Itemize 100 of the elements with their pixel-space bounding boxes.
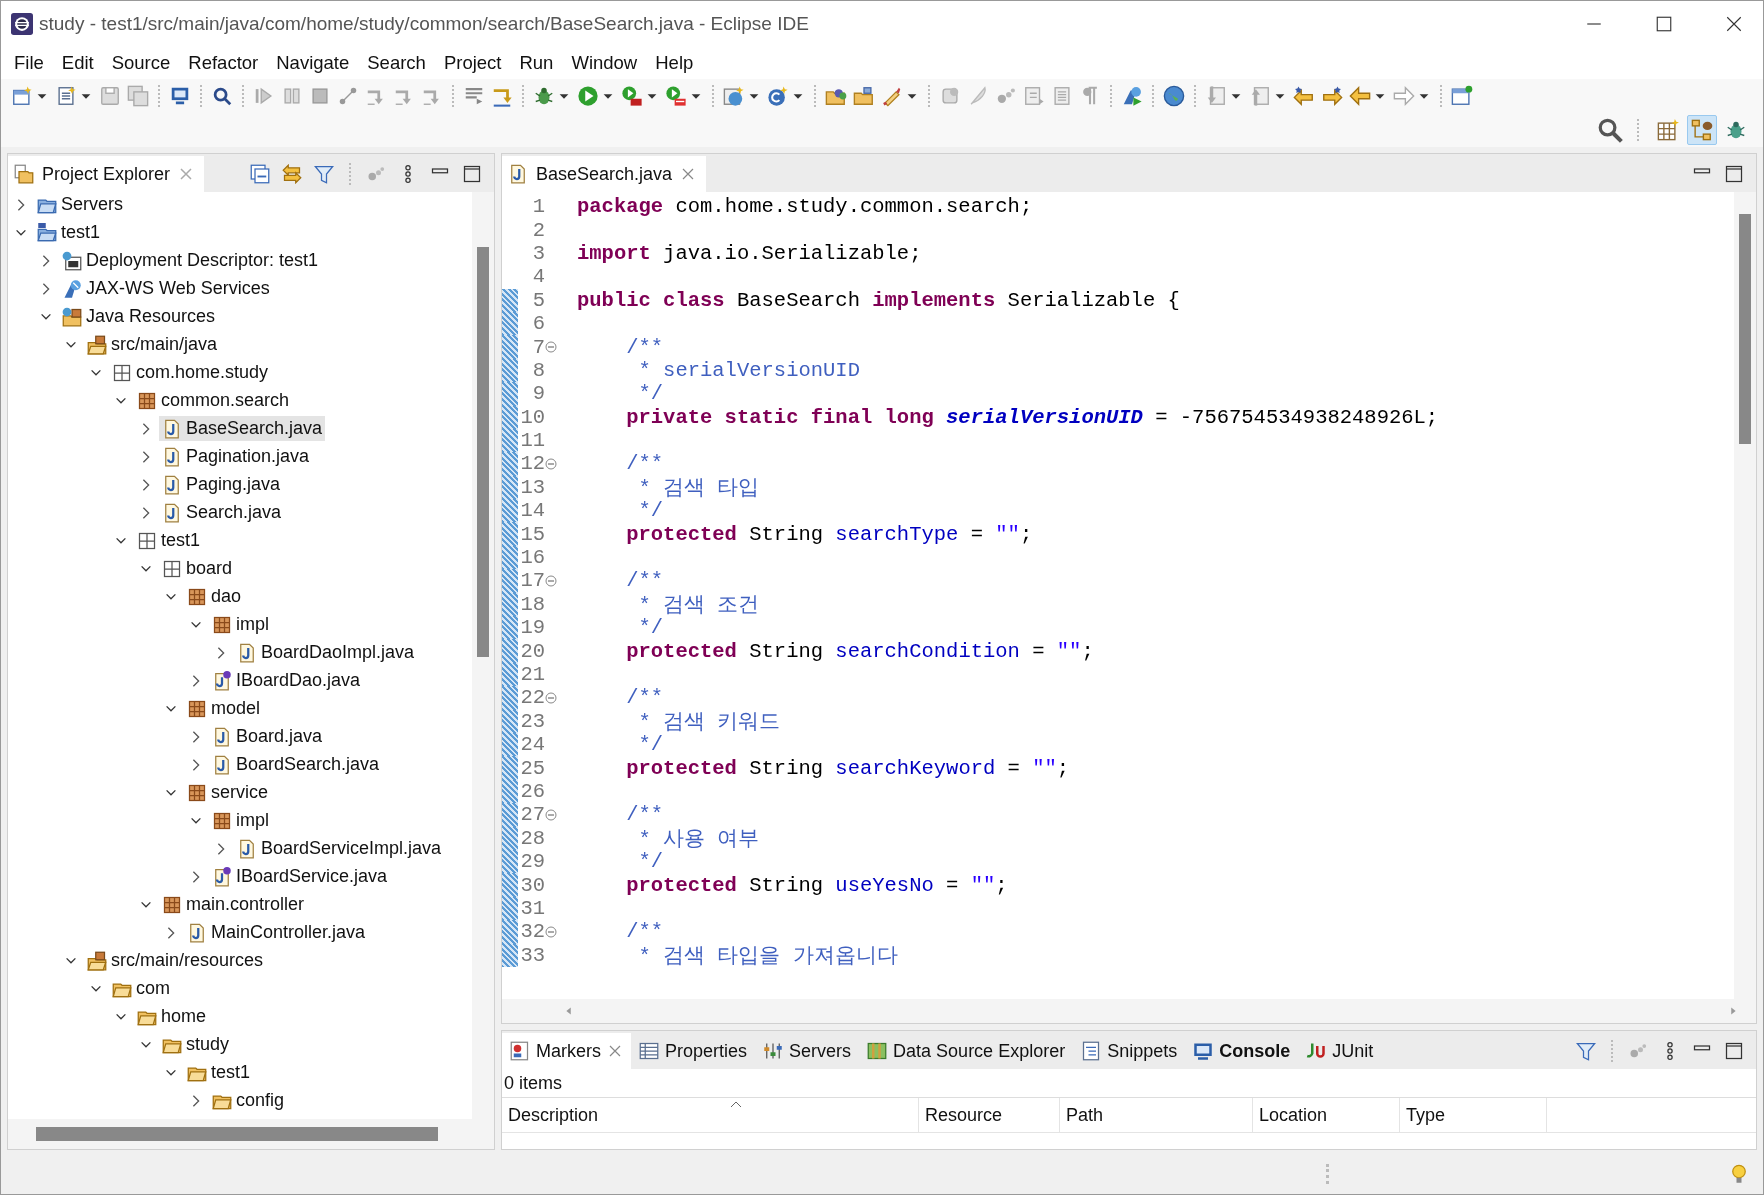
view-tab[interactable]: Console <box>1185 1033 1299 1069</box>
line-number: 23 <box>519 709 545 733</box>
tree-item[interactable]: src/main/resources <box>84 948 267 973</box>
tree-item[interactable]: IBoardDao.java <box>209 668 364 693</box>
tree-item[interactable]: Paging.java <box>159 472 284 497</box>
menu-item[interactable]: Refactor <box>181 52 270 74</box>
tree-item[interactable]: Board.java <box>209 724 326 749</box>
line-number: 21 <box>519 663 545 686</box>
list-icon[interactable] <box>463 85 485 107</box>
back-star-icon[interactable] <box>1293 85 1315 107</box>
pen-icon[interactable] <box>881 85 903 107</box>
tree-item[interactable]: Java Resources <box>59 304 219 329</box>
new-window-icon[interactable] <box>11 85 33 107</box>
monitor-icon[interactable] <box>169 85 191 107</box>
collapse-all-icon[interactable] <box>250 164 270 184</box>
scrollbar-thumb[interactable] <box>36 1127 438 1141</box>
view-tab[interactable]: Servers <box>755 1033 860 1069</box>
tree-item[interactable]: Deployment Descriptor: test1 <box>59 248 322 273</box>
run-coverage-icon[interactable] <box>665 85 687 107</box>
perspective-icon[interactable] <box>1687 115 1717 145</box>
tree-item[interactable]: home <box>134 1004 210 1029</box>
source-folder-icon <box>87 334 107 355</box>
column-header[interactable]: Path <box>1060 1098 1253 1132</box>
column-header[interactable]: Description <box>502 1098 919 1132</box>
maximize-icon[interactable] <box>1724 1041 1744 1061</box>
tree-item[interactable]: Search.java <box>159 500 285 525</box>
search-icon[interactable] <box>1597 117 1623 143</box>
filter-icon[interactable] <box>314 164 334 184</box>
link-arrows-icon[interactable] <box>282 164 302 184</box>
view-tab[interactable]: JUnit <box>1298 1033 1382 1069</box>
column-header[interactable]: Location <box>1253 1098 1400 1132</box>
tree-item[interactable]: main.controller <box>159 892 308 917</box>
maximize-icon[interactable] <box>1724 164 1744 184</box>
tree-item[interactable]: service <box>184 780 271 805</box>
tree-item[interactable]: IBoardService.java <box>209 864 391 889</box>
maximize-icon[interactable] <box>462 164 482 184</box>
tree-item[interactable]: src/main/java <box>84 332 221 357</box>
window-pin-icon[interactable] <box>1451 85 1473 107</box>
view-tab[interactable]: Snippets <box>1073 1033 1186 1069</box>
code-line: * 검색 타입 <box>637 476 760 501</box>
tree-item[interactable]: impl <box>209 808 272 833</box>
tree-item[interactable]: MainController.java <box>184 920 369 945</box>
tree-item[interactable]: com.home.study <box>109 360 272 385</box>
new-class-icon[interactable] <box>767 85 789 107</box>
view-tab[interactable]: Markers <box>502 1033 631 1069</box>
editor-tab[interactable]: BaseSearch.java <box>502 156 707 192</box>
lightbulb-icon[interactable] <box>1729 1163 1749 1185</box>
tree-item[interactable]: config <box>209 1088 288 1113</box>
view-tab[interactable]: Project Explorer <box>8 156 205 192</box>
line-number: 22 <box>519 686 545 710</box>
tree-item[interactable]: Pagination.java <box>159 444 313 469</box>
menu-item[interactable]: Project <box>436 52 513 74</box>
tree-item[interactable]: BoardDaoImpl.java <box>234 640 418 665</box>
filter-icon[interactable] <box>1576 1041 1596 1061</box>
view-tab[interactable]: Data Source Explorer <box>859 1033 1074 1069</box>
folder-icon[interactable] <box>853 85 875 107</box>
line-number: 4 <box>531 265 545 289</box>
tree-item[interactable]: BoardSearch.java <box>209 752 383 777</box>
menu-item[interactable]: Edit <box>54 52 105 74</box>
run-external-icon[interactable] <box>621 85 643 107</box>
tree-item[interactable]: test1 <box>134 528 204 553</box>
java-file-icon <box>237 642 257 663</box>
magnifier-icon[interactable] <box>211 85 233 107</box>
scrollbar-thumb[interactable] <box>477 247 489 657</box>
scrollbar-thumb[interactable] <box>1739 214 1751 444</box>
tree-item[interactable]: common.search <box>134 388 293 413</box>
tree-item[interactable]: JAX-WS Web Services <box>59 276 273 301</box>
tree-item[interactable]: com <box>109 976 173 1001</box>
menu-item[interactable]: Source <box>104 52 182 74</box>
close-icon[interactable] <box>1725 15 1743 33</box>
maximize-icon[interactable] <box>1655 15 1673 33</box>
menu-item[interactable]: File <box>7 52 55 74</box>
tree-item[interactable]: test1 <box>184 1060 254 1085</box>
menu-item[interactable]: Run <box>512 52 565 74</box>
menu-item[interactable]: Search <box>360 52 437 74</box>
tree-item[interactable]: test1 <box>34 220 104 245</box>
back-arrow-icon[interactable] <box>1349 85 1371 107</box>
column-header[interactable]: Resource <box>919 1098 1060 1132</box>
column-header[interactable]: Type <box>1400 1098 1547 1132</box>
tree-item[interactable]: BaseSearch.java <box>159 416 326 441</box>
tree-item[interactable]: impl <box>209 612 272 637</box>
code-line: * 검색 조건 <box>637 593 760 618</box>
tree-item[interactable]: BoardServiceImpl.java <box>234 836 445 861</box>
globe-icon[interactable] <box>1163 85 1185 107</box>
web-run-icon[interactable] <box>1121 85 1143 107</box>
menu-item[interactable]: Help <box>648 52 705 74</box>
forward-star-icon[interactable] <box>1321 85 1343 107</box>
java-file-icon <box>212 726 232 747</box>
tree-item[interactable]: Servers <box>34 192 126 217</box>
connect-icon[interactable] <box>337 85 359 107</box>
bug-icon[interactable] <box>533 85 555 107</box>
menu-item[interactable]: Window <box>564 52 649 74</box>
java-file-icon <box>162 446 182 467</box>
tree-item[interactable]: board <box>159 556 236 581</box>
menu-item[interactable]: Navigate <box>269 52 361 74</box>
view-tab[interactable]: Properties <box>631 1033 756 1069</box>
new-document-icon[interactable] <box>55 85 77 107</box>
tree-item[interactable]: study <box>159 1032 233 1057</box>
tree-item[interactable]: dao <box>184 584 245 609</box>
tree-item[interactable]: model <box>184 696 264 721</box>
